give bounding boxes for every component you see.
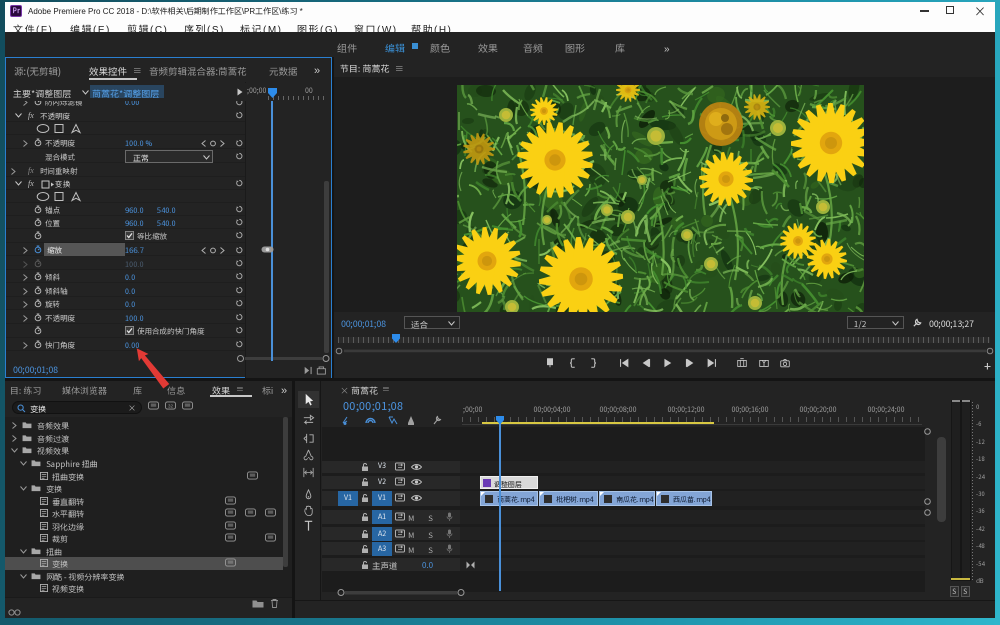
svg-text:32: 32 bbox=[168, 403, 174, 408]
